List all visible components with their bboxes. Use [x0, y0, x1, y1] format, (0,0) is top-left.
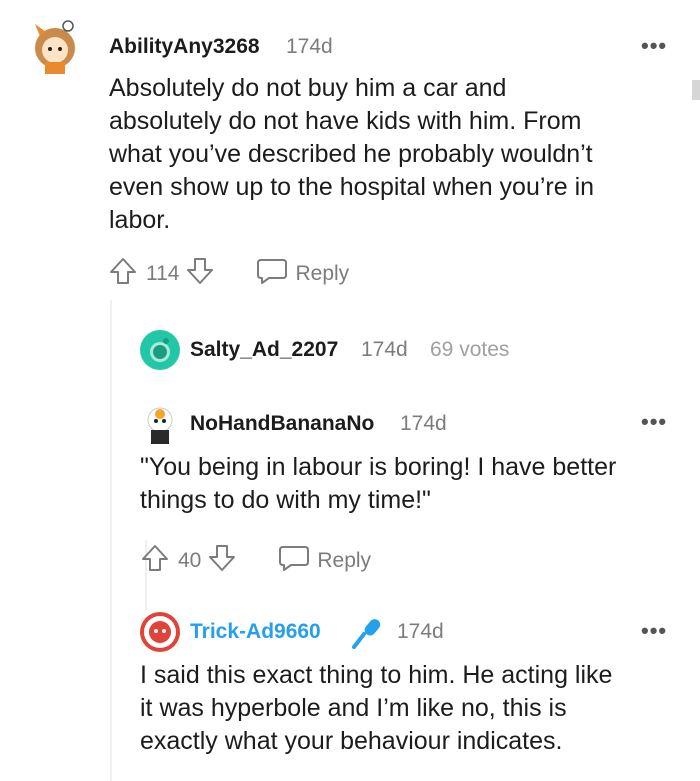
comment-line: exactly what your behaviour indicates. — [140, 727, 563, 755]
comment-line: labor. — [109, 206, 171, 234]
comment-line: Absolutely do not buy him a car and — [109, 74, 507, 102]
comment-line: what you’ve described he probably wouldn… — [109, 140, 593, 168]
reply-button[interactable]: Reply — [277, 543, 371, 579]
upvote-icon[interactable] — [140, 543, 170, 579]
comment-body: "You being in labour is boring! I have b… — [140, 451, 680, 517]
username[interactable]: Salty_Ad_2207 — [190, 338, 338, 362]
comment-age: 174d — [400, 412, 447, 435]
comment-age: 174d — [361, 338, 408, 361]
username[interactable]: AbilityAny3268 — [109, 35, 260, 59]
comment-line: absolutely do not have kids with him. Fr… — [109, 107, 582, 135]
scrollbar[interactable] — [692, 80, 700, 100]
username[interactable]: Trick-Ad9660 — [190, 620, 321, 644]
vote-score: 40 — [178, 549, 202, 572]
comment-line: I said this exact thing to him. He actin… — [140, 661, 613, 689]
reply-label: Reply — [317, 549, 372, 572]
avatar[interactable] — [140, 612, 180, 652]
vote-score: 114 — [146, 262, 180, 285]
more-options-icon[interactable]: ••• — [641, 409, 667, 435]
upvote-icon[interactable] — [108, 256, 138, 292]
avatar[interactable] — [30, 18, 80, 76]
comment-line: things to do with my time!" — [140, 486, 431, 514]
comment-body: I said this exact thing to him. He actin… — [140, 659, 685, 758]
thread-line — [110, 300, 112, 781]
avatar[interactable] — [140, 330, 180, 370]
comment-body: Absolutely do not buy him a car and abso… — [109, 72, 669, 237]
comment-actions: 114 Reply — [108, 256, 349, 292]
downvote-icon[interactable] — [185, 256, 215, 292]
reply-bubble-icon — [277, 543, 311, 579]
username[interactable]: NoHandBananaNo — [190, 412, 374, 436]
more-options-icon[interactable]: ••• — [641, 618, 667, 644]
vote-count: 69 votes — [430, 338, 510, 361]
reply-bubble-icon — [255, 256, 289, 292]
more-options-icon[interactable]: ••• — [641, 33, 667, 59]
microphone-icon — [350, 616, 384, 655]
comment-line: even show up to the hospital when you’re… — [109, 173, 595, 201]
comment-age: 174d — [286, 35, 333, 58]
comment-age: 174d — [397, 620, 444, 643]
reply-label: Reply — [295, 262, 350, 285]
reply-button[interactable]: Reply — [255, 256, 349, 292]
comment-actions: 40 Reply — [140, 543, 371, 579]
avatar[interactable] — [140, 404, 180, 446]
downvote-icon[interactable] — [207, 543, 237, 579]
comment-line: "You being in labour is boring! I have b… — [140, 453, 617, 481]
comment-line: it was hyperbole and I’m like no, this i… — [140, 694, 567, 722]
